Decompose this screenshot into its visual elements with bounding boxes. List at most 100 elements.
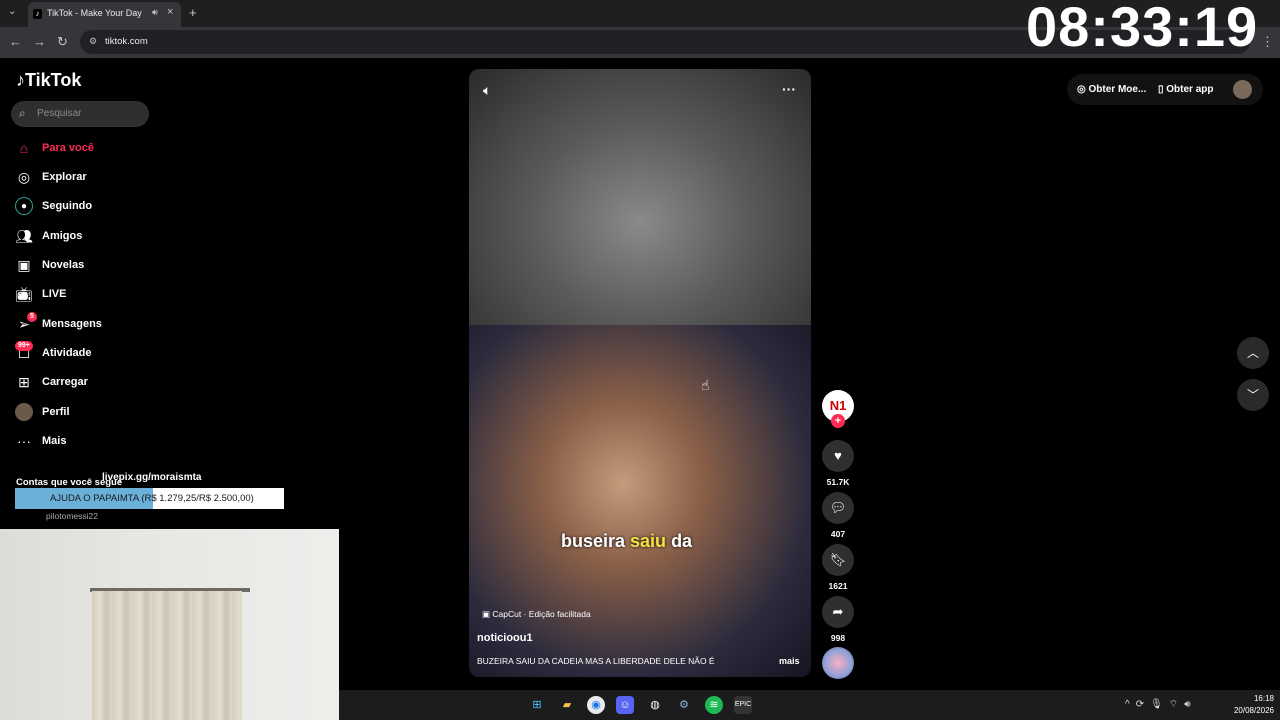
sidebar-item-label: Atividade (42, 347, 92, 359)
webcam-overlay (0, 529, 339, 720)
video-top-frame (469, 69, 811, 325)
tab-title: TikTok - Make Your Day (47, 8, 142, 18)
obs-icon[interactable]: ◍ (646, 696, 664, 714)
comment-button[interactable]: 💬︎ (822, 492, 854, 524)
sidebar-item-label: Para você (42, 142, 94, 154)
sidebar-item-label: Seguindo (42, 200, 93, 212)
upload-icon: ⊞ (18, 374, 30, 390)
sidebar-item-mais[interactable]: ··· Mais (15, 431, 155, 453)
sidebar-item-novelas[interactable]: ▣ Novelas (15, 255, 155, 277)
close-tab-icon[interactable]: × (167, 6, 173, 18)
discord-icon[interactable]: ☺ (616, 696, 634, 714)
sidebar-item-label: Mais (42, 435, 67, 447)
windows-start-icon[interactable]: ⊞ (528, 696, 546, 714)
follow-plus-icon[interactable]: + (831, 414, 845, 428)
share-icon: ➦ (832, 604, 844, 619)
like-count: 51.7K (826, 477, 850, 487)
sidebar-item-label: Novelas (42, 259, 85, 271)
sidebar-item-label: Amigos (42, 230, 83, 242)
get-coins-button[interactable]: ◎ Obter Moe... (1077, 84, 1146, 95)
video-author[interactable]: noticioou1 (477, 632, 533, 644)
sidebar-item-label: Perfil (42, 406, 70, 418)
caption-part: buseira (561, 531, 631, 551)
donation-text: AJUDA O PAPAIMTA (R$ 1.279,25/R$ 2.500,0… (50, 493, 254, 504)
sidebar-item-label: Explorar (42, 171, 87, 183)
chevron-up-icon: ^ (1125, 699, 1136, 710)
capcut-tag[interactable]: ▣ CapCut · Edição facilitada (482, 609, 591, 620)
like-button[interactable]: ♥ (822, 440, 854, 472)
user-avatar[interactable] (1233, 80, 1252, 99)
donation-progress-bar: AJUDA O PAPAIMTA (R$ 1.279,25/R$ 2.500,0… (15, 488, 284, 509)
mic-icon: 🎙︎ (1150, 699, 1169, 710)
search-placeholder: Pesquisar (37, 108, 82, 119)
video-more-icon[interactable]: ··· (782, 81, 796, 97)
tiktok-note-icon: ♪ (16, 70, 25, 90)
curtain (92, 591, 242, 720)
capcut-label: CapCut · Edição facilitada (492, 609, 591, 619)
caption-highlight: saiu (630, 531, 667, 551)
sidebar-item-label: LIVE (42, 288, 67, 300)
speaker-icon[interactable]: 🔊︎ (152, 7, 158, 18)
stream-clock: 08:33:19 (1026, 0, 1259, 58)
back-icon[interactable]: ← (9, 34, 22, 49)
next-video-button[interactable]: ﹀ (1237, 379, 1269, 411)
compass-icon: ◎ (17, 169, 31, 185)
file-explorer-icon[interactable]: ▰ (558, 696, 576, 714)
forward-icon[interactable]: → (33, 34, 46, 49)
save-count: 1621 (828, 581, 848, 591)
chevron-up-icon: ︿ (1246, 346, 1259, 360)
get-app-button[interactable]: ▯ Obter app (1158, 84, 1214, 95)
new-tab-button[interactable]: + (189, 5, 197, 20)
tiktok-favicon: ♪ (33, 9, 42, 19)
previous-video-button[interactable]: ︿ (1237, 337, 1269, 369)
sidebar-item-label: Carregar (42, 376, 88, 388)
sidebar-item-atividade[interactable]: ☐ 99+ Atividade (15, 341, 155, 365)
heart-icon: ♥ (834, 448, 842, 463)
site-info-icon[interactable]: ⚙︎ (89, 36, 97, 47)
capcut-icon: ▣ (482, 609, 493, 619)
volume-icon[interactable]: 🔈︎ (483, 82, 491, 99)
more-description-link[interactable]: mais (779, 656, 800, 666)
share-count: 998 (830, 633, 846, 643)
coin-icon: ◎ (1077, 84, 1089, 95)
more-icon: ··· (17, 433, 31, 449)
browser-tab[interactable]: ♪ TikTok - Make Your Day 🔊︎ × (28, 2, 181, 27)
novelas-icon: ▣ (17, 257, 31, 273)
search-input[interactable]: ⌕ Pesquisar (11, 101, 149, 127)
video-player[interactable]: 🔈︎ ··· buseira saiu da ▣ CapCut · Edição… (469, 69, 811, 677)
sidebar-item-para-voce[interactable]: ⌂ Para você (15, 138, 155, 160)
top-right-actions: ◎ Obter Moe... ▯ Obter app (1067, 74, 1263, 105)
video-bottom-frame (469, 325, 811, 677)
save-button[interactable]: 🔖︎ (822, 544, 854, 576)
video-description: BUZEIRA SAIU DA CADEIA MAS A LIBERDADE D… (477, 656, 715, 666)
sidebar-item-label: Mensagens (42, 318, 102, 330)
spotify-icon[interactable]: ≋ (705, 696, 723, 714)
friends-icon: 👥︎ (15, 228, 33, 244)
sidebar-item-carregar[interactable]: ⊞ Carregar (15, 372, 155, 394)
music-disc[interactable] (822, 647, 854, 679)
sidebar-item-seguindo[interactable]: ● Seguindo (15, 196, 155, 218)
video-caption: buseira saiu da (561, 531, 692, 552)
get-app-label: Obter app (1166, 84, 1214, 95)
epic-games-icon[interactable]: EPIC (734, 696, 752, 714)
taskbar-time: 16:18 (1253, 694, 1274, 703)
followed-account[interactable]: pilotomessi22 (46, 511, 98, 521)
tab-search-icon[interactable]: ⌄ (8, 6, 16, 17)
chrome-icon[interactable]: ◉ (587, 696, 605, 714)
home-icon: ⌂ (19, 140, 29, 156)
share-button[interactable]: ➦ (822, 596, 854, 628)
caption-part: da (666, 531, 693, 551)
system-tray[interactable]: ^⟳🎙︎⌔🔊︎ (1125, 698, 1197, 711)
windows-taskbar: ⊞ ▰ ◉ ☺ ◍ ⚙︎ ≋ EPIC ^⟳🎙︎⌔🔊︎ 16:18 20/08/… (339, 690, 1280, 720)
sidebar-item-explorar[interactable]: ◎ Explorar (15, 167, 155, 189)
sidebar-item-amigos[interactable]: 👥︎ Amigos (15, 226, 155, 248)
sidebar-item-perfil[interactable]: Perfil (15, 402, 155, 424)
tiktok-logo[interactable]: ♪TikTok (16, 70, 81, 91)
steam-icon[interactable]: ⚙︎ (675, 696, 693, 714)
reload-icon[interactable]: ↻ (57, 34, 68, 50)
browser-menu-icon[interactable]: ⋮ (1261, 34, 1274, 50)
sidebar-item-mensagens[interactable]: ➢ 5 Mensagens (15, 312, 155, 336)
chevron-down-icon: ﹀ (1246, 388, 1259, 402)
get-coins-label: Obter Moe... (1088, 84, 1147, 95)
sidebar-item-live[interactable]: 📺︎ LIVE (15, 284, 155, 306)
